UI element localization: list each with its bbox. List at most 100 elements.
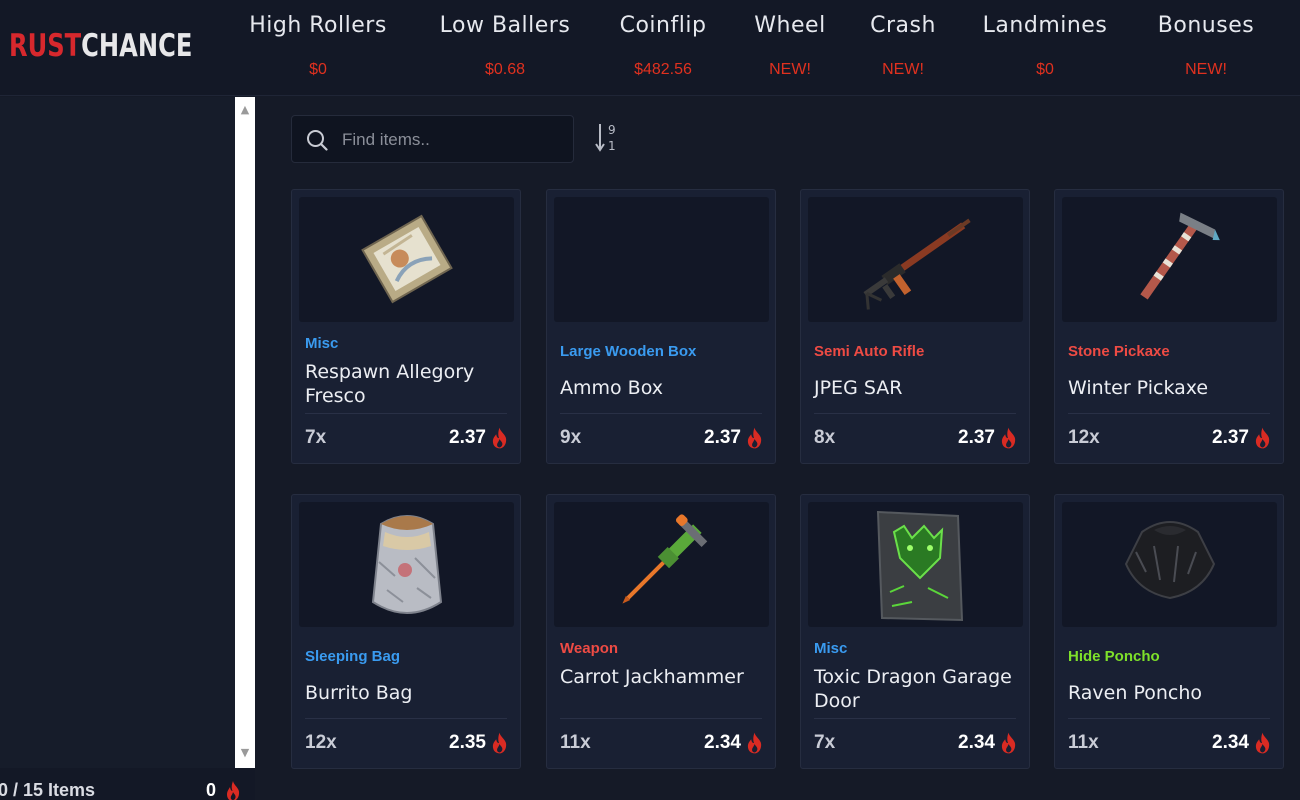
jackhammer-icon: [622, 514, 708, 604]
nav-label: Low Ballers: [439, 13, 571, 38]
item-image: [554, 197, 769, 322]
item-price: 2.37: [449, 427, 486, 448]
item-quantity: 11x: [1068, 732, 1099, 753]
card-divider: [1068, 413, 1270, 414]
logo-flame-letter: U: [27, 28, 48, 64]
nav-wheel[interactable]: Wheel NEW!: [745, 0, 835, 96]
item-name: Raven Poncho: [1068, 682, 1203, 704]
rifle-icon: [863, 218, 971, 310]
sort-numeric-desc-icon[interactable]: 9 1: [594, 122, 620, 154]
item-quantity: 11x: [560, 732, 591, 753]
nav-label: Landmines: [982, 13, 1108, 38]
inventory-sidebar: [0, 97, 235, 768]
item-quantity: 7x: [814, 732, 836, 753]
item-name: Respawn Allegory Fresco: [305, 361, 475, 407]
card-divider: [560, 413, 762, 414]
item-image: [808, 197, 1023, 322]
nav-label: High Rollers: [249, 13, 387, 38]
item-card[interactable]: Semi Auto Rifle JPEG SAR 8x 2.37: [800, 189, 1030, 464]
item-category: Misc: [814, 640, 848, 657]
item-image: [1062, 502, 1277, 627]
item-card[interactable]: Misc Respawn Allegory Fresco 7x 2.37: [291, 189, 521, 464]
ammo-box-icon: [554, 197, 769, 322]
item-name: Ammo Box: [560, 377, 663, 399]
nav-bonuses[interactable]: Bonuses NEW!: [1148, 0, 1264, 96]
card-divider: [814, 413, 1016, 414]
item-price: 2.35: [449, 732, 486, 753]
item-name: Toxic Dragon Garage Door: [814, 666, 1012, 712]
item-quantity: 8x: [814, 427, 836, 448]
nav-high-rollers[interactable]: High Rollers $0: [236, 0, 400, 96]
item-name: JPEG SAR: [814, 377, 903, 399]
card-divider: [305, 413, 507, 414]
flame-icon: [747, 732, 762, 754]
poncho-icon: [1124, 521, 1216, 600]
item-category: Weapon: [560, 640, 619, 657]
item-image: [1062, 197, 1277, 322]
scroll-down-icon[interactable]: ▼: [238, 746, 252, 760]
sort-top-digit: 9: [608, 123, 616, 137]
site-logo[interactable]: RUSTCHANCE: [9, 28, 192, 64]
item-card[interactable]: Sleeping Bag Burrito Bag 12x 2.35: [291, 494, 521, 769]
item-category: Semi Auto Rifle: [814, 343, 925, 360]
sleeping-bag-icon: [371, 515, 443, 614]
card-divider: [560, 718, 762, 719]
item-category: Sleeping Bag: [305, 648, 401, 665]
item-image: [299, 502, 514, 627]
flame-icon: [492, 732, 507, 754]
flame-icon: [1255, 427, 1270, 449]
nav-low-ballers[interactable]: Low Ballers $0.68: [428, 0, 582, 96]
nav-landmines[interactable]: Landmines $0: [972, 0, 1118, 96]
selected-items-count: 0 / 15 Items: [0, 780, 96, 800]
item-quantity: 12x: [1068, 427, 1100, 448]
search-icon: [307, 130, 328, 151]
item-price: 2.37: [1212, 427, 1249, 448]
item-name: Carrot Jackhammer: [560, 666, 744, 688]
item-image: [554, 502, 769, 627]
item-price: 2.34: [1212, 732, 1249, 753]
card-divider: [1068, 718, 1270, 719]
flame-icon: [492, 427, 507, 449]
sidebar-footer: 0 / 15 Items 0: [0, 768, 255, 800]
nav-sub-value: NEW!: [769, 61, 811, 78]
flame-icon: [747, 427, 762, 449]
flame-icon: [1001, 732, 1016, 754]
sidebar-scrollbar[interactable]: ▲ ▼: [235, 97, 255, 768]
nav-label: Crash: [870, 13, 936, 38]
flame-icon: [227, 781, 240, 800]
nav-sub-value: $0: [309, 61, 327, 78]
nav-sub-value: NEW!: [1185, 61, 1227, 78]
nav-sub-value: NEW!: [882, 61, 924, 78]
nav-coinflip[interactable]: Coinflip $482.56: [608, 0, 718, 96]
item-price: 2.34: [958, 732, 995, 753]
item-card[interactable]: Weapon Carrot Jackhammer 11x 2.34: [546, 494, 776, 769]
fresco-painting-icon: [361, 214, 453, 304]
nav-sub-value: $0.68: [484, 61, 526, 78]
search-input[interactable]: [342, 126, 562, 154]
search-field[interactable]: [291, 115, 574, 163]
garage-door-icon: [876, 510, 964, 622]
item-image: [808, 502, 1023, 627]
card-divider: [814, 718, 1016, 719]
nav-label: Wheel: [754, 13, 826, 38]
item-image: [299, 197, 514, 322]
item-card[interactable]: Stone Pickaxe Winter Pickaxe 12x 2.37: [1054, 189, 1284, 464]
sort-bottom-digit: 1: [608, 139, 616, 153]
nav-crash[interactable]: Crash NEW!: [861, 0, 945, 96]
top-navigation: RUSTCHANCE High Rollers $0 Low Ballers $…: [0, 0, 1300, 96]
item-quantity: 9x: [560, 427, 582, 448]
item-card[interactable]: Hide Poncho Raven Poncho 11x 2.34: [1054, 494, 1284, 769]
flame-icon: [1001, 427, 1016, 449]
item-category: Hide Poncho: [1068, 648, 1160, 665]
item-card[interactable]: Misc Toxic Dragon Garage Door 7x 2.34: [800, 494, 1030, 769]
item-category: Stone Pickaxe: [1068, 343, 1170, 360]
item-name: Burrito Bag: [305, 682, 413, 704]
nav-label: Bonuses: [1157, 13, 1255, 38]
item-category: Large Wooden Box: [560, 343, 697, 360]
scroll-up-icon[interactable]: ▲: [238, 103, 252, 117]
item-quantity: 12x: [305, 732, 337, 753]
card-divider: [305, 718, 507, 719]
pickaxe-icon: [1140, 212, 1220, 300]
item-name: Winter Pickaxe: [1068, 377, 1209, 399]
item-card[interactable]: Large Wooden Box Ammo Box 9x 2.37: [546, 189, 776, 464]
